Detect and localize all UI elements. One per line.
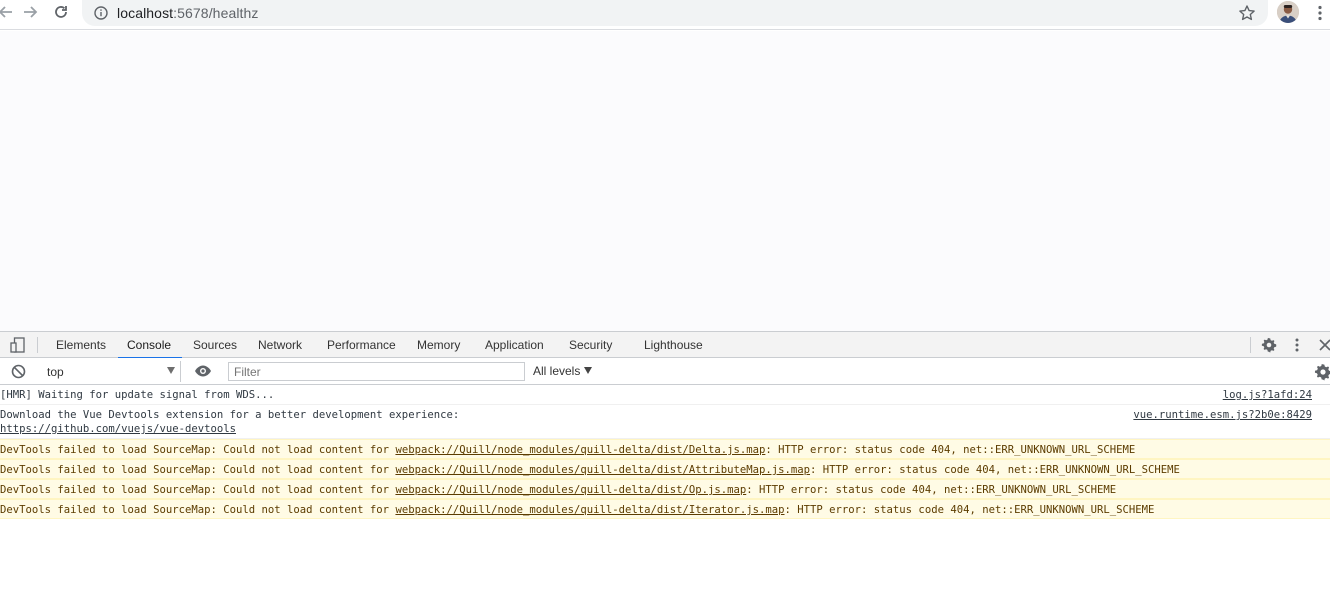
eye-icon[interactable] bbox=[194, 364, 212, 378]
warning-prefix: DevTools failed to load SourceMap: Could… bbox=[0, 444, 396, 456]
info-icon[interactable] bbox=[94, 6, 108, 20]
tab-application[interactable]: Application bbox=[484, 332, 545, 358]
device-toolbar-icon[interactable] bbox=[9, 337, 27, 353]
console-message: Download the Vue Devtools extension for … bbox=[0, 405, 1330, 439]
close-icon[interactable] bbox=[1316, 336, 1330, 354]
console-settings-gear-icon[interactable] bbox=[1314, 363, 1330, 381]
warning-suffix: : HTTP error: status code 404, net::ERR_… bbox=[810, 464, 1180, 476]
context-select-value: top bbox=[47, 365, 64, 379]
kebab-icon[interactable] bbox=[1312, 3, 1328, 23]
warning-prefix: DevTools failed to load SourceMap: Could… bbox=[0, 484, 396, 496]
tab-elements[interactable]: Elements bbox=[55, 332, 107, 358]
warning-prefix: DevTools failed to load SourceMap: Could… bbox=[0, 504, 396, 516]
message-text: Download the Vue Devtools extension for … bbox=[0, 409, 460, 421]
arrow-left-icon[interactable] bbox=[0, 0, 18, 24]
console-warning: DevTools failed to load SourceMap: Could… bbox=[0, 479, 1330, 499]
console-warning: DevTools failed to load SourceMap: Could… bbox=[0, 499, 1330, 519]
tab-memory[interactable]: Memory bbox=[416, 332, 461, 358]
warning-link[interactable]: webpack://Quill/node_modules/quill-delta… bbox=[395, 444, 765, 456]
warning-link[interactable]: webpack://Quill/node_modules/quill-delta… bbox=[395, 484, 746, 496]
arrow-right-icon[interactable] bbox=[18, 0, 42, 24]
chevron-down-icon bbox=[167, 367, 175, 374]
console-warning: DevTools failed to load SourceMap: Could… bbox=[0, 439, 1330, 459]
warning-suffix: : HTTP error: status code 404, net::ERR_… bbox=[784, 504, 1155, 516]
toolbar-divider bbox=[1250, 337, 1251, 353]
kebab-icon[interactable] bbox=[1288, 336, 1306, 354]
clear-console-icon[interactable] bbox=[11, 364, 26, 379]
console-message: [HMR] Waiting for update signal from WDS… bbox=[0, 385, 1330, 405]
context-select[interactable]: top bbox=[39, 361, 181, 382]
warning-link[interactable]: webpack://Quill/node_modules/quill-delta… bbox=[395, 464, 810, 476]
toolbar-divider bbox=[37, 337, 38, 353]
warning-link[interactable]: webpack://Quill/node_modules/quill-delta… bbox=[395, 504, 784, 516]
log-levels-label: All levels bbox=[533, 364, 581, 378]
warning-text: DevTools failed to load SourceMap: Could… bbox=[0, 444, 1135, 456]
warning-prefix: DevTools failed to load SourceMap: Could… bbox=[0, 464, 396, 476]
tab-security[interactable]: Security bbox=[568, 332, 613, 358]
tab-lighthouse[interactable]: Lighthouse bbox=[643, 332, 704, 358]
url-host: localhost bbox=[117, 5, 174, 21]
tab-performance[interactable]: Performance bbox=[326, 332, 397, 358]
url-text: localhost:5678/healthz bbox=[117, 5, 259, 21]
tab-sources[interactable]: Sources bbox=[192, 332, 238, 358]
devtools-tabbar: Elements Console Sources Network Perform… bbox=[0, 331, 1330, 359]
message-link[interactable]: https://github.com/vuejs/vue-devtools bbox=[0, 423, 236, 435]
reload-icon[interactable] bbox=[49, 0, 73, 24]
source-link[interactable]: log.js?1afd:24 bbox=[1223, 389, 1312, 401]
tab-network[interactable]: Network bbox=[257, 332, 303, 358]
chevron-down-icon bbox=[584, 367, 593, 374]
console-toolbar: top All levels bbox=[0, 358, 1330, 385]
star-icon[interactable] bbox=[1238, 4, 1256, 22]
message-text: [HMR] Waiting for update signal from WDS… bbox=[0, 389, 275, 401]
filter-input[interactable] bbox=[228, 362, 525, 381]
log-levels-dropdown[interactable]: All levels bbox=[533, 364, 593, 378]
source-link[interactable]: vue.runtime.esm.js?2b0e:8429 bbox=[1133, 409, 1312, 421]
warning-text: DevTools failed to load SourceMap: Could… bbox=[0, 504, 1154, 516]
console-messages: [HMR] Waiting for update signal from WDS… bbox=[0, 385, 1330, 519]
devtools-panel: Elements Console Sources Network Perform… bbox=[0, 331, 1330, 604]
address-bar[interactable]: localhost:5678/healthz bbox=[82, 0, 1268, 26]
browser-toolbar: localhost:5678/healthz bbox=[0, 0, 1330, 30]
warning-text: DevTools failed to load SourceMap: Could… bbox=[0, 484, 1116, 496]
warning-suffix: : HTTP error: status code 404, net::ERR_… bbox=[765, 444, 1136, 456]
url-path: :5678/healthz bbox=[173, 5, 259, 21]
avatar[interactable] bbox=[1277, 1, 1299, 23]
gear-icon[interactable] bbox=[1260, 336, 1278, 354]
warning-suffix: : HTTP error: status code 404, net::ERR_… bbox=[746, 484, 1117, 496]
page-viewport bbox=[0, 31, 1330, 331]
console-warning: DevTools failed to load SourceMap: Could… bbox=[0, 459, 1330, 479]
tab-console[interactable]: Console bbox=[117, 332, 183, 359]
warning-text: DevTools failed to load SourceMap: Could… bbox=[0, 464, 1180, 476]
